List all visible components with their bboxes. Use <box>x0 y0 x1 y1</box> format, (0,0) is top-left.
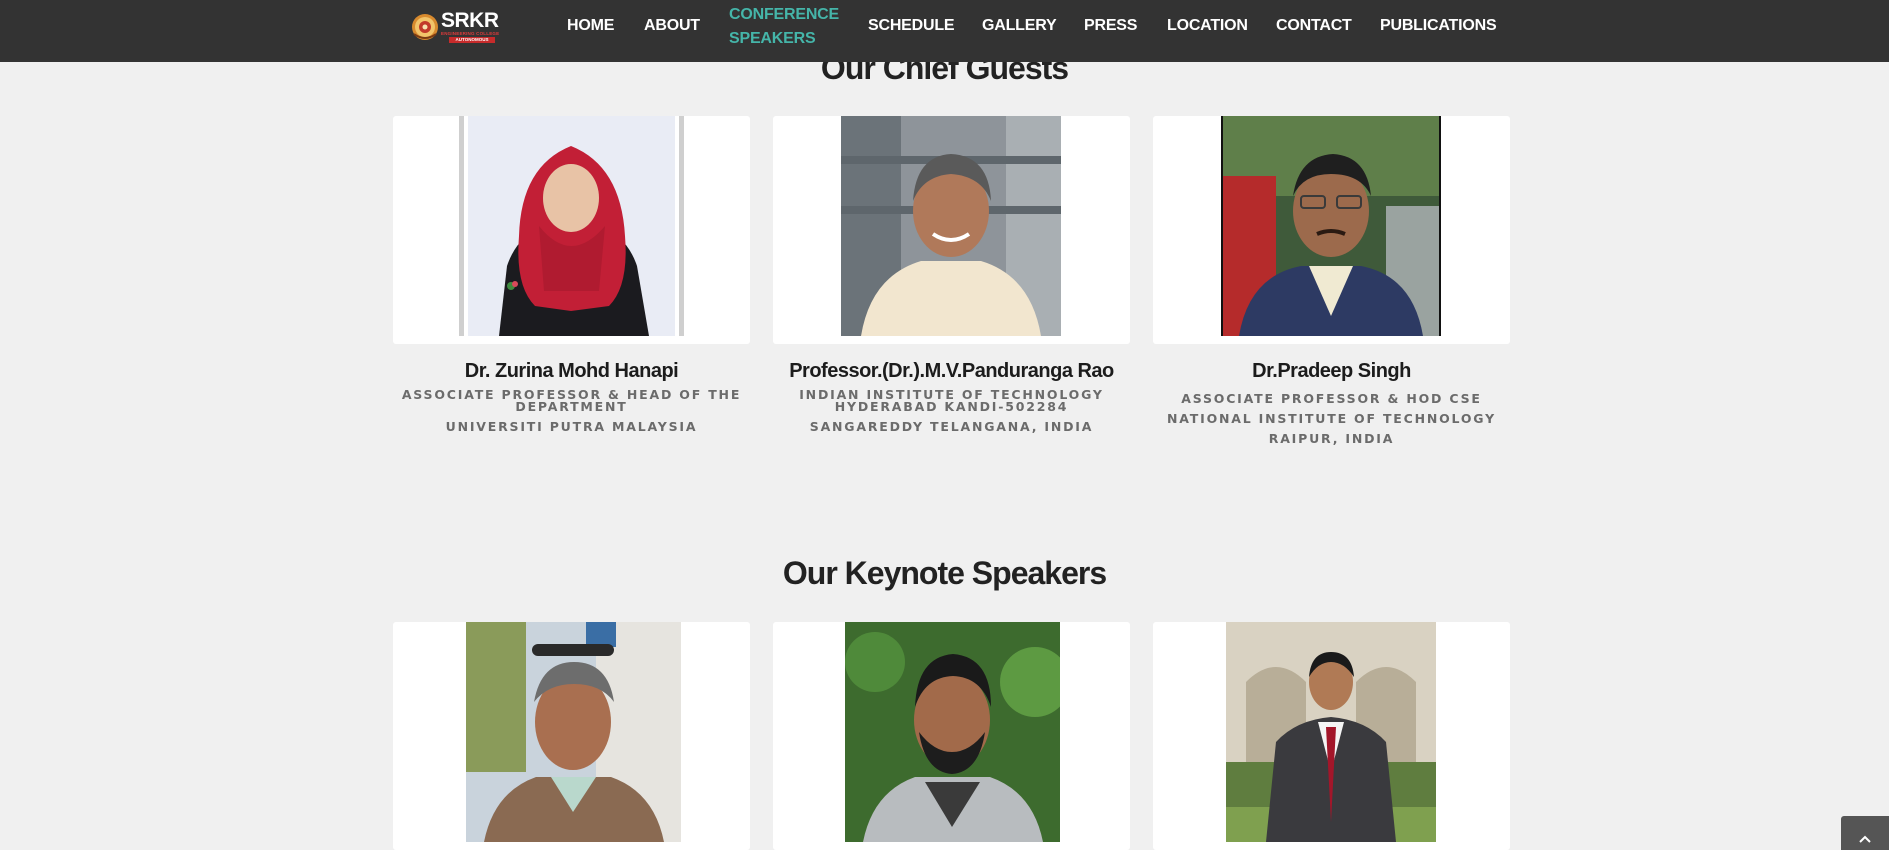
nav-gallery[interactable]: GALLERY <box>982 16 1057 36</box>
chief-guest-name-3: Dr.Pradeep Singh <box>1252 360 1411 382</box>
logo-badge: AUTONOMOUS <box>449 37 495 43</box>
nav-press[interactable]: PRESS <box>1084 16 1137 36</box>
srkr-logo[interactable]: SRKR ENGINEERING COLLEGE AUTONOMOUS <box>411 9 499 44</box>
chief-guest-title-1: ASSOCIATE PROFESSOR & HEAD OF THE DEPART… <box>401 387 742 414</box>
logo-title: SRKR <box>441 9 499 32</box>
speaker-photo <box>1226 622 1436 842</box>
nav-about[interactable]: ABOUT <box>644 16 700 36</box>
chief-guest-title-2: INDIAN INSTITUTE OF TECHNOLOGY HYDERABAD… <box>799 387 1104 414</box>
speaker-photo <box>1221 116 1441 336</box>
speaker-photo <box>841 116 1061 336</box>
nav-home[interactable]: HOME <box>567 16 614 36</box>
keynote-speaker-card-2 <box>773 622 1130 850</box>
nav-publications[interactable]: PUBLICATIONS <box>1380 16 1497 36</box>
chevron-up-icon <box>1859 835 1871 843</box>
chief-guest-card-1 <box>393 116 750 344</box>
chief-guest-card-3 <box>1153 116 1510 344</box>
top-navbar: SRKR ENGINEERING COLLEGE AUTONOMOUS HOME… <box>0 0 1889 62</box>
nav-conference-speakers[interactable]: CONFERENCE SPEAKERS <box>729 3 839 51</box>
keynote-speakers-title: Our Keynote Speakers <box>782 555 1107 591</box>
chief-guest-affiliation-1: UNIVERSITI PUTRA MALAYSIA <box>445 419 698 434</box>
nav-schedule[interactable]: SCHEDULE <box>868 16 955 36</box>
speaker-photo <box>466 622 681 842</box>
chief-guest-title-3: ASSOCIATE PROFESSOR & HOD CSE <box>1181 391 1482 406</box>
nav-speakers-label: SPEAKERS <box>729 30 816 47</box>
chief-guest-name-1: Dr. Zurina Mohd Hanapi <box>464 360 679 382</box>
speaker-photo <box>459 116 684 336</box>
scroll-to-top-button[interactable] <box>1841 816 1889 850</box>
chief-guest-affiliation-3: NATIONAL INSTITUTE OF TECHNOLOGY RAIPUR,… <box>1167 411 1496 446</box>
college-emblem-icon <box>411 12 439 42</box>
chief-guest-affiliation-2: SANGAREDDY TELANGANA, INDIA <box>809 419 1094 434</box>
chief-guest-card-2 <box>773 116 1130 344</box>
nav-contact[interactable]: CONTACT <box>1276 16 1352 36</box>
chief-guest-name-2: Professor.(Dr.).M.V.Panduranga Rao <box>789 360 1114 382</box>
speaker-photo <box>845 622 1060 842</box>
keynote-speaker-card-1 <box>393 622 750 850</box>
nav-location[interactable]: LOCATION <box>1167 16 1248 36</box>
keynote-speaker-card-3 <box>1153 622 1510 850</box>
nav-conference-label: CONFERENCE <box>729 6 840 23</box>
